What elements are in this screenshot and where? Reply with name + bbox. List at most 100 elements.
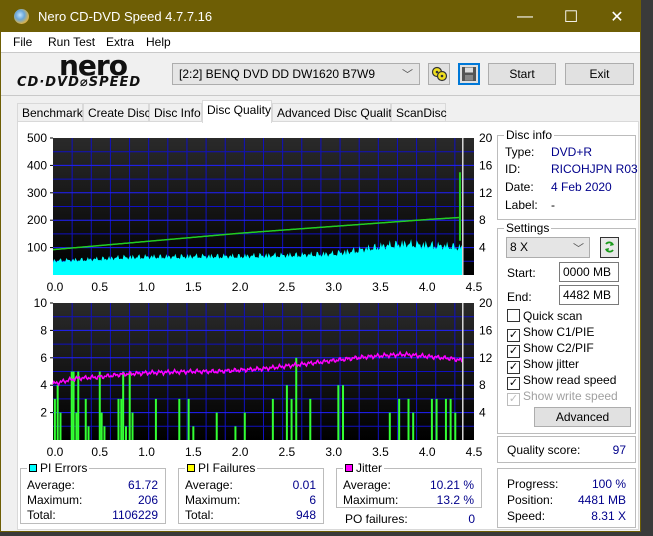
y-tick-label-left: 200 — [27, 213, 47, 227]
jitter-title: Jitter — [343, 461, 385, 475]
pi-failure-bar — [449, 398, 452, 440]
y-tick-label-left: 400 — [27, 158, 47, 172]
drive-select[interactable]: [2:2] BENQ DVD DD DW1620 B7W9 ﹀ — [172, 63, 420, 85]
quality-score-value: 97 — [612, 443, 626, 457]
pi-errors-avg-value: 61.72 — [127, 478, 158, 492]
jitter-title-text: Jitter — [356, 461, 383, 475]
pi-failure-bar — [72, 371, 75, 440]
end-input-value: 4482 MB — [563, 288, 612, 302]
position-label: Position: — [507, 493, 554, 507]
menu-file[interactable]: File — [13, 35, 32, 49]
pi-failure-bar — [187, 398, 190, 440]
pi-failure-bar — [56, 385, 59, 440]
show-jitter-checkbox[interactable]: ✓ Show jitter — [507, 357, 579, 374]
y-tick-label-right: 12 — [479, 351, 493, 365]
save-button[interactable] — [458, 63, 480, 85]
menu-help[interactable]: Help — [146, 35, 171, 49]
show-read-speed-checkbox[interactable]: ✓ Show read speed — [507, 373, 616, 390]
pi-failure-bar — [243, 412, 246, 440]
pi-failure-bar — [120, 398, 123, 440]
pi-errors-max-label: Maximum: — [27, 493, 83, 507]
drive-info-icon — [431, 66, 448, 82]
pi-errors-max-value: 206 — [137, 493, 158, 507]
pi-errors-total-value: 1106229 — [112, 508, 158, 522]
y-tick-label-right: 20 — [479, 131, 493, 145]
y-tick-label-right: 20 — [479, 296, 493, 310]
pi-failure-bar — [271, 398, 274, 440]
pi-errors-group: PI Errors Average: 61.72 Maximum: 206 To… — [20, 461, 166, 524]
pi-failure-bar — [98, 371, 101, 440]
pi-failures-max-value: 6 — [309, 493, 316, 507]
disc-date-value: 4 Feb 2020 — [551, 180, 612, 194]
tab-create-disc[interactable]: Create Disc — [83, 103, 151, 122]
menu-extra[interactable]: Extra — [106, 35, 134, 49]
x-tick-label: 3.0 — [325, 445, 342, 459]
drive-info-button[interactable] — [428, 63, 450, 85]
speed-select[interactable]: 8 X ﹀ — [506, 237, 590, 258]
window-title: Nero CD-DVD Speed 4.7.7.16 — [38, 9, 213, 24]
disc-id-label: ID: — [505, 162, 521, 176]
checkbox-box — [507, 309, 520, 322]
pi-failures-total-label: Total: — [185, 508, 214, 522]
drive-select-value: [2:2] BENQ DVD DD DW1620 B7W9 — [179, 67, 376, 81]
pi-errors-title-text: PI Errors — [40, 461, 88, 475]
minimize-button[interactable]: — — [502, 1, 548, 32]
pi-failure-bar — [154, 398, 157, 440]
start-input[interactable]: 0000 MB — [559, 262, 619, 282]
start-label: Start: — [507, 266, 536, 280]
settings-group: Settings 8 X ﹀ Start: 0000 MB End: 4482 … — [497, 221, 636, 434]
quality-score-label: Quality score: — [507, 443, 581, 457]
x-tick-label: 3.5 — [372, 445, 389, 459]
x-tick-label: 4.0 — [419, 445, 436, 459]
pi-failure-bar — [122, 371, 125, 440]
y-tick-label-right: 4 — [479, 241, 486, 255]
y-tick-label-left: 8 — [40, 323, 47, 337]
tab-disc-quality[interactable]: Disc Quality — [202, 100, 272, 123]
pi-failure-bar — [215, 412, 218, 440]
pi-failure-bar — [77, 371, 80, 440]
tab-scandisc[interactable]: ScanDisc — [391, 103, 447, 122]
x-tick-label: 2.0 — [232, 445, 249, 459]
show-c1-pie-checkbox[interactable]: ✓ Show C1/PIE — [507, 325, 594, 342]
checkbox-label: Show C1/PIE — [523, 325, 595, 339]
po-failures-value: 0 — [468, 512, 475, 526]
end-input[interactable]: 4482 MB — [559, 285, 619, 305]
advanced-button[interactable]: Advanced — [534, 407, 631, 427]
y-tick-label-left: 500 — [27, 131, 47, 145]
pi-failure-bar — [454, 412, 457, 440]
disc-id-value: RICOHJPN R03 — [551, 162, 638, 176]
y-tick-label-left: 4 — [40, 378, 47, 392]
quick-scan-checkbox[interactable]: Quick scan — [507, 309, 582, 323]
pi-failure-bar — [430, 398, 433, 440]
exit-button[interactable]: Exit — [565, 63, 634, 85]
y-tick-label-left: 2 — [40, 406, 47, 420]
disc-date-label: Date: — [505, 180, 534, 194]
menu-run-test[interactable]: Run Test — [48, 35, 95, 49]
jitter-avg-value: 10.21 % — [429, 478, 474, 492]
tab-advanced-disc-quality[interactable]: Advanced Disc Quality — [272, 103, 398, 122]
chevron-down-icon: ﹀ — [402, 69, 413, 81]
maximize-button[interactable]: ☐ — [548, 1, 594, 32]
disc-info-title: Disc info — [504, 128, 555, 142]
pi-failure-bar — [192, 426, 195, 440]
speed-select-value: 8 X — [510, 240, 529, 254]
disc-type-value: DVD+R — [551, 145, 593, 159]
pi-failures-avg-value: 0.01 — [292, 478, 316, 492]
close-button[interactable]: ✕ — [594, 1, 640, 32]
pi-failure-bar — [70, 371, 73, 440]
checkbox-label: Quick scan — [523, 309, 583, 323]
y-tick-label-left: 6 — [40, 351, 47, 365]
tab-benchmark[interactable]: Benchmark — [17, 103, 83, 122]
y-tick-label-left: 300 — [27, 186, 47, 200]
show-write-speed-checkbox: ✓ Show write speed — [507, 389, 618, 406]
save-icon — [462, 67, 476, 81]
refresh-speed-button[interactable] — [600, 237, 619, 258]
pi-errors-color-swatch — [29, 464, 37, 472]
show-c2-pif-checkbox[interactable]: ✓ Show C2/PIF — [507, 341, 594, 358]
pi-failure-bar — [100, 412, 103, 440]
pi-failures-chart: 10 8 6 4 2 20 16 12 8 4 0.0 0.5 1.0 1.5 2.0 2.5 3.0 3.5 4.… — [34, 296, 493, 459]
pi-failure-bar — [337, 385, 340, 440]
tab-disc-info[interactable]: Disc Info — [149, 103, 202, 122]
pi-errors-total-label: Total: — [27, 508, 56, 522]
start-button[interactable]: Start — [488, 63, 556, 85]
